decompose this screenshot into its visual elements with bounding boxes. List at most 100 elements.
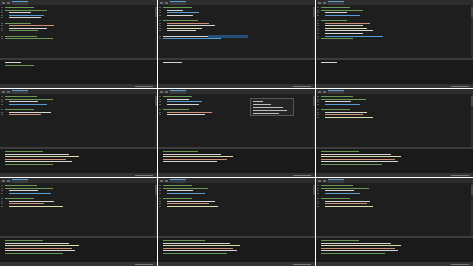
- code-line: [163, 198, 192, 199]
- editor-scrollbar[interactable]: [155, 94, 157, 147]
- editor-pane[interactable]: [316, 0, 473, 88]
- scrollbar-thumb[interactable]: [471, 185, 473, 195]
- editor-pane[interactable]: [0, 89, 157, 177]
- console-pane[interactable]: [0, 60, 157, 84]
- console-pane[interactable]: [158, 149, 315, 173]
- text-selection: [208, 34, 248, 38]
- console-line: [163, 245, 240, 247]
- menu-icon[interactable]: [318, 90, 321, 93]
- editor-pane[interactable]: [316, 89, 473, 177]
- console-pane[interactable]: [316, 238, 473, 262]
- tab-active-file[interactable]: [170, 178, 186, 183]
- run-icon[interactable]: [323, 179, 326, 182]
- line-number: [159, 200, 161, 202]
- status-bar: [0, 173, 157, 177]
- console-pane[interactable]: [158, 238, 315, 262]
- scrollbar-thumb[interactable]: [471, 7, 473, 17]
- scrollbar-thumb[interactable]: [155, 96, 157, 106]
- editor-pane[interactable]: [158, 89, 315, 177]
- scrollbar-thumb[interactable]: [471, 96, 473, 106]
- scrollbar-thumb[interactable]: [155, 7, 157, 17]
- run-icon[interactable]: [165, 90, 168, 93]
- tab-active-file[interactable]: [12, 178, 28, 183]
- tab-active-file[interactable]: [170, 0, 186, 5]
- line-number: [317, 27, 319, 29]
- tab-active-file[interactable]: [12, 89, 28, 94]
- console-pane[interactable]: [316, 60, 473, 84]
- run-icon[interactable]: [323, 90, 326, 93]
- console-line: [321, 247, 395, 249]
- run-icon[interactable]: [165, 179, 168, 182]
- editor-scrollbar[interactable]: [313, 5, 315, 58]
- menu-icon[interactable]: [318, 179, 321, 182]
- line-number: [317, 116, 319, 118]
- editor-pane[interactable]: [0, 0, 157, 88]
- editor-scrollbar[interactable]: [313, 94, 315, 147]
- popup-item[interactable]: [253, 113, 279, 114]
- code-line: [167, 190, 193, 192]
- editor-scrollbar[interactable]: [471, 94, 473, 147]
- scrollbar-thumb[interactable]: [313, 7, 315, 17]
- menu-icon[interactable]: [160, 179, 163, 182]
- menu-icon[interactable]: [2, 1, 5, 4]
- status-bar: [158, 173, 315, 177]
- scrollbar-thumb[interactable]: [155, 185, 157, 195]
- tab-active-file[interactable]: [328, 0, 344, 5]
- code-editor[interactable]: [316, 183, 473, 236]
- menu-icon[interactable]: [318, 1, 321, 4]
- run-icon[interactable]: [323, 1, 326, 4]
- code-line: [163, 185, 192, 186]
- code-editor[interactable]: [158, 183, 315, 236]
- code-editor[interactable]: [158, 94, 315, 147]
- console-pane[interactable]: [158, 60, 315, 84]
- editor-scrollbar[interactable]: [471, 183, 473, 236]
- line-number: [1, 96, 3, 97]
- autocomplete-popup[interactable]: [250, 98, 294, 116]
- tab-active-file[interactable]: [12, 0, 28, 5]
- tab-active-file[interactable]: [170, 89, 186, 94]
- popup-item[interactable]: [253, 104, 271, 105]
- editor-scrollbar[interactable]: [155, 183, 157, 236]
- editor-pane[interactable]: [158, 0, 315, 88]
- console-line: [321, 240, 360, 241]
- menu-icon[interactable]: [2, 90, 5, 93]
- menu-icon[interactable]: [160, 1, 163, 4]
- code-line: [9, 12, 32, 14]
- line-number: [1, 203, 3, 205]
- menu-icon[interactable]: [2, 179, 5, 182]
- line-number: [1, 114, 3, 116]
- popup-item[interactable]: [253, 110, 287, 111]
- editor-pane[interactable]: [316, 178, 473, 266]
- run-icon[interactable]: [7, 1, 10, 4]
- editor-pane[interactable]: [158, 178, 315, 266]
- line-number: [159, 111, 161, 113]
- run-icon[interactable]: [165, 1, 168, 4]
- popup-item[interactable]: [253, 107, 283, 108]
- console-pane[interactable]: [0, 238, 157, 262]
- console-line: [163, 247, 234, 249]
- tab-active-file[interactable]: [328, 89, 344, 94]
- code-editor[interactable]: [316, 5, 473, 58]
- scrollbar-thumb[interactable]: [313, 96, 315, 106]
- editor-scrollbar[interactable]: [155, 5, 157, 58]
- editor-scrollbar[interactable]: [313, 183, 315, 236]
- scrollbar-thumb[interactable]: [313, 185, 315, 195]
- editor-pane[interactable]: [0, 178, 157, 266]
- tab-active-file[interactable]: [328, 178, 344, 183]
- console-pane[interactable]: [316, 149, 473, 173]
- editor-scrollbar[interactable]: [471, 5, 473, 58]
- menu-icon[interactable]: [160, 90, 163, 93]
- run-icon[interactable]: [7, 90, 10, 93]
- run-icon[interactable]: [7, 179, 10, 182]
- popup-item[interactable]: [253, 101, 263, 102]
- console-pane[interactable]: [0, 149, 157, 173]
- code-editor[interactable]: [0, 94, 157, 147]
- code-editor[interactable]: [158, 5, 315, 58]
- code-editor[interactable]: [0, 183, 157, 236]
- status-bar: [316, 84, 473, 88]
- code-line: [167, 114, 206, 116]
- line-number: [317, 198, 319, 199]
- code-editor[interactable]: [0, 5, 157, 58]
- code-editor[interactable]: [316, 94, 473, 147]
- status-text: [451, 174, 469, 176]
